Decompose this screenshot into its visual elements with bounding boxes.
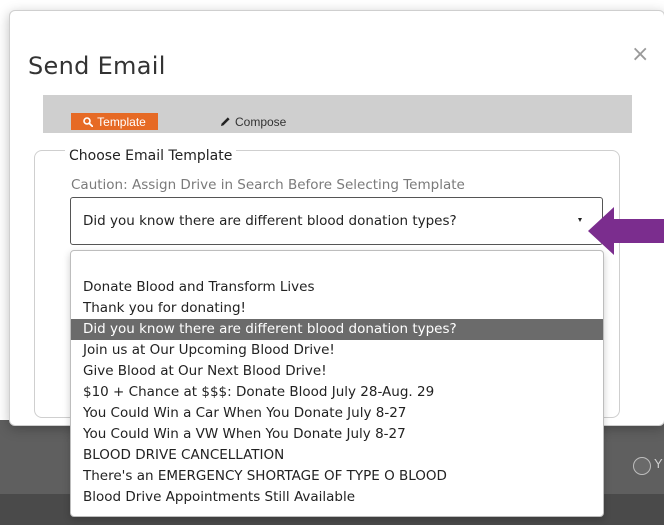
left-arrow-icon: [588, 207, 664, 255]
dropdown-option[interactable]: Donate Blood and Transform Lives: [71, 277, 603, 298]
dropdown-option[interactable]: There's an EMERGENCY SHORTAGE OF TYPE O …: [71, 466, 603, 487]
template-legend: Choose Email Template: [65, 148, 237, 164]
tab-bar: Template Compose: [43, 95, 632, 133]
background-radio-button: [633, 457, 651, 475]
tab-template[interactable]: Template: [71, 113, 158, 130]
dropdown-option[interactable]: Thank you for donating!: [71, 298, 603, 319]
dropdown-option-selected[interactable]: Did you know there are different blood d…: [71, 319, 603, 340]
dropdown-option[interactable]: Join us at Our Upcoming Blood Drive!: [71, 340, 603, 361]
search-icon: [83, 116, 94, 127]
tab-template-label: Template: [97, 114, 146, 129]
dropdown-option[interactable]: Blood Drive Appointments Still Available: [71, 487, 603, 508]
background-radio-label: Y: [654, 456, 663, 471]
dropdown-option[interactable]: You Could Win a VW When You Donate July …: [71, 424, 603, 445]
chevron-down-icon[interactable]: [578, 218, 582, 222]
modal-title: Send Email: [28, 52, 166, 80]
dropdown-option[interactable]: BLOOD DRIVE CANCELLATION: [71, 445, 603, 466]
tab-compose-label: Compose: [235, 114, 287, 129]
pencil-icon: [221, 117, 230, 126]
tab-compose[interactable]: Compose: [220, 113, 286, 130]
dropdown-option[interactable]: You Could Win a Car When You Donate July…: [71, 403, 603, 424]
template-dropdown-list: Donate Blood and Transform Lives Thank y…: [70, 250, 604, 517]
dropdown-option[interactable]: Give Blood at Our Next Blood Drive!: [71, 361, 603, 382]
close-button[interactable]: ×: [631, 42, 649, 67]
dropdown-option[interactable]: $10 + Chance at $$$: Donate Blood July 2…: [71, 382, 603, 403]
template-select[interactable]: Did you know there are different blood d…: [70, 197, 603, 245]
caution-text: Caution: Assign Drive in Search Before S…: [71, 177, 465, 193]
select-current-value: Did you know there are different blood d…: [83, 213, 457, 229]
